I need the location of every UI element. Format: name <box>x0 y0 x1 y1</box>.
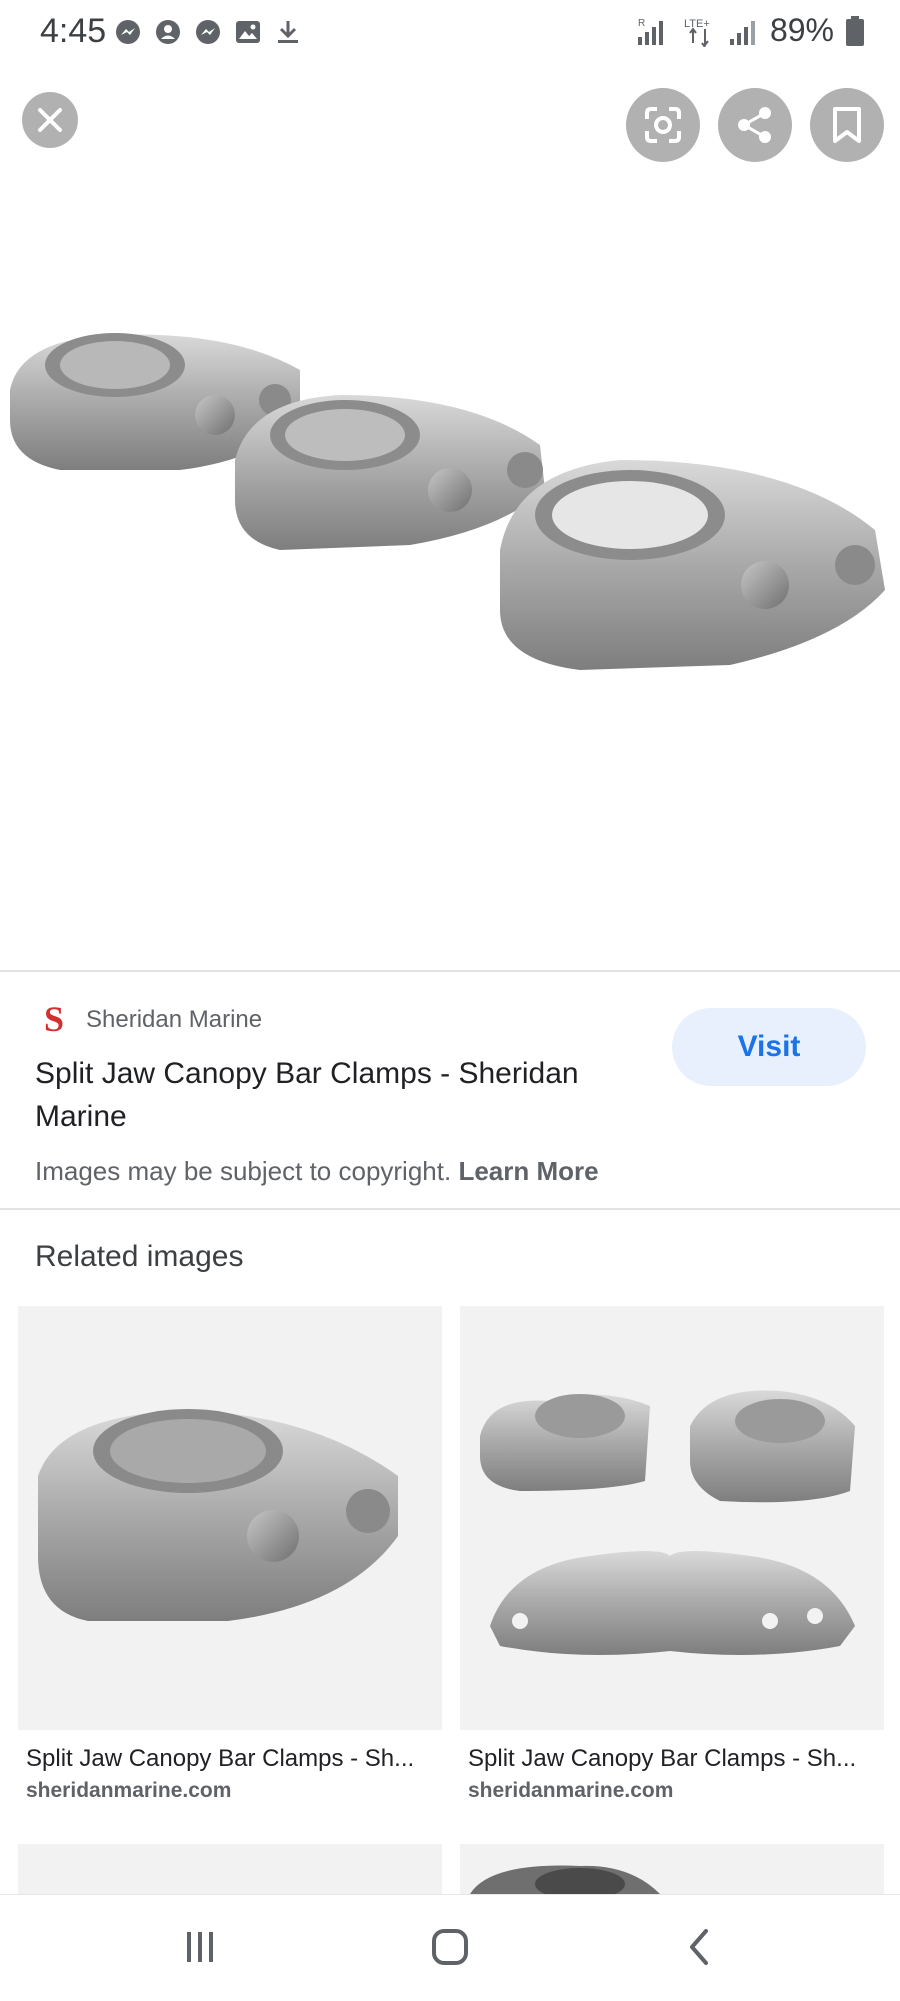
copyright-notice: Images may be subject to copyright. Lear… <box>35 1156 599 1187</box>
share-button[interactable] <box>718 88 792 162</box>
back-icon <box>690 1929 708 1965</box>
svg-text:S: S <box>44 1000 64 1036</box>
system-status: R LTE+ 89% <box>636 12 864 49</box>
notification-icons <box>114 18 302 46</box>
status-time: 4:45 <box>40 12 107 50</box>
related-image-domain: sheridanmarine.com <box>468 1779 674 1802</box>
battery-percent: 89% <box>769 12 834 48</box>
related-image-domain: sheridanmarine.com <box>26 1779 232 1802</box>
system-navigation-bar <box>0 1894 900 2001</box>
status-bar: 4:45 R LTE+ 89% <box>0 0 900 66</box>
image-title[interactable]: Split Jaw Canopy Bar Clamps - Sheridan M… <box>35 1052 635 1138</box>
related-image-caption[interactable]: Split Jaw Canopy Bar Clamps - Sh... <box>26 1745 450 1773</box>
related-image <box>470 1865 660 1894</box>
svg-text:LTE+: LTE+ <box>684 18 710 30</box>
signal-icon <box>729 20 755 45</box>
visit-button[interactable]: Visit <box>672 1008 866 1086</box>
related-images-heading: Related images <box>35 1240 244 1273</box>
related-image-tile[interactable] <box>18 1844 442 1894</box>
signal-icon: R <box>637 18 663 45</box>
recents-button[interactable] <box>160 1917 240 1977</box>
messenger-icon <box>114 18 142 46</box>
save-button[interactable] <box>810 88 884 162</box>
back-button[interactable] <box>660 1917 740 1977</box>
source-name[interactable]: Sheridan Marine <box>86 1006 262 1034</box>
messenger-icon <box>194 18 222 46</box>
related-image-tile[interactable] <box>460 1306 884 1730</box>
learn-more-link[interactable]: Learn More <box>458 1156 598 1186</box>
download-icon <box>274 18 302 46</box>
close-icon <box>38 108 62 132</box>
related-image <box>38 1409 398 1621</box>
lens-button[interactable] <box>626 88 700 162</box>
home-icon <box>432 1929 468 1965</box>
svg-text:R: R <box>638 18 645 29</box>
related-image-tile[interactable] <box>18 1306 442 1730</box>
battery-icon <box>846 15 864 46</box>
related-image-caption[interactable]: Split Jaw Canopy Bar Clamps - Sh... <box>468 1745 892 1773</box>
home-button[interactable] <box>410 1917 490 1977</box>
recents-icon <box>187 1932 213 1962</box>
divider <box>0 970 900 972</box>
close-button[interactable] <box>22 92 78 148</box>
main-product-image[interactable] <box>0 170 900 970</box>
account-icon <box>154 18 182 46</box>
gallery-icon <box>234 18 262 46</box>
related-image-tile[interactable] <box>460 1844 884 1894</box>
lte-icon: LTE+ <box>684 18 710 47</box>
copyright-text: Images may be subject to copyright. <box>35 1156 452 1186</box>
divider <box>0 1208 900 1210</box>
related-image <box>480 1390 855 1655</box>
lens-icon <box>645 107 681 143</box>
share-icon <box>738 107 771 143</box>
bookmark-icon <box>833 107 861 143</box>
sheridan-marine-logo: S <box>44 1000 64 1036</box>
